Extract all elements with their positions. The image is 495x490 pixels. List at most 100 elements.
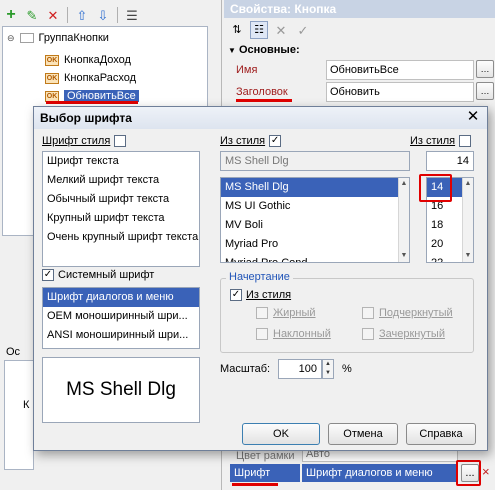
delete-icon[interactable]: ✕	[44, 6, 62, 24]
scroll-up-icon[interactable]: ▲	[399, 179, 409, 189]
size-from-style-checkbox[interactable]	[459, 135, 472, 147]
property-label-name: Имя	[236, 64, 258, 76]
property-value-font[interactable]: Шрифт диалогов и меню	[302, 464, 458, 482]
button-element-icon: OK	[45, 90, 59, 102]
categorized-icon[interactable]: ☷	[250, 21, 268, 39]
scale-unit: %	[342, 363, 352, 375]
properties-section: ▼ Основные:	[228, 44, 300, 56]
toolbar-divider	[117, 7, 118, 23]
size-list-scrollbar[interactable]: ▲ ▼	[462, 178, 473, 262]
list-item-selected[interactable]: Шрифт диалогов и меню	[43, 288, 199, 307]
tree-item-label: КнопкаРасход	[64, 72, 136, 84]
help-button[interactable]: Справка	[406, 423, 476, 445]
scroll-up-icon[interactable]: ▲	[463, 179, 473, 189]
spin-down-icon[interactable]: ▼	[323, 369, 333, 378]
left-bottom-column: К	[23, 399, 30, 411]
scroll-down-icon[interactable]: ▼	[399, 251, 409, 261]
folder-icon	[19, 33, 34, 43]
list-item[interactable]: 22	[427, 254, 463, 262]
underline-checkbox[interactable]	[362, 307, 374, 319]
ellipsis-icon[interactable]: …	[476, 60, 494, 78]
system-font-list: Шрифт диалогов и меню OEM моноширинный ш…	[42, 287, 200, 349]
highlight-box	[456, 460, 481, 486]
font-name-field[interactable]: MS Shell Dlg	[220, 151, 410, 171]
list-item[interactable]: Myriad Pro Cond	[221, 254, 399, 262]
move-up-icon[interactable]: ⇧	[73, 6, 91, 24]
scale-field[interactable]: 100	[278, 359, 322, 379]
properties-section-label: Основные:	[238, 44, 300, 56]
style-font-checkbox[interactable]	[114, 135, 127, 147]
sort-icon[interactable]: ⇅	[228, 21, 246, 39]
spin-up-icon[interactable]: ▲	[323, 360, 333, 369]
cancel-button[interactable]: Отмена	[328, 423, 398, 445]
size-from-style-label: Из стиля	[410, 135, 456, 147]
property-value-name[interactable]: ОбновитьВсе	[326, 60, 474, 80]
list-item[interactable]	[43, 345, 199, 348]
move-down-icon[interactable]: ⇩	[94, 6, 112, 24]
underline-label: Подчеркнутый	[379, 307, 453, 319]
italic-checkbox[interactable]	[256, 328, 268, 340]
from-style-label: Из стиля	[220, 135, 266, 147]
check-icon[interactable]: ✓	[294, 21, 312, 39]
list-item[interactable]: MS UI Gothic	[221, 197, 399, 216]
clear-icon[interactable]: ×	[482, 464, 490, 479]
size-from-style-header: Из стиля	[410, 135, 472, 147]
list-item[interactable]: Крупный шрифт текста	[43, 209, 199, 228]
font-size-field[interactable]: 14	[426, 151, 474, 171]
from-style-checkbox[interactable]: ✓	[269, 135, 282, 147]
italic-label: Наклонный	[273, 328, 331, 340]
list-item[interactable]: Шрифт текста	[43, 152, 199, 171]
tree-group-label: ГруппаКнопки	[38, 32, 109, 44]
scroll-down-icon[interactable]: ▼	[463, 251, 473, 261]
list-icon[interactable]: ☰	[123, 6, 141, 24]
list-item[interactable]: 20	[427, 235, 463, 254]
collapse-triangle-icon[interactable]: ▼	[228, 46, 236, 55]
tree-toolbar: + ✎ ✕ ⇧ ⇩ ☰	[2, 4, 218, 26]
list-item[interactable]: Обычный шрифт текста	[43, 190, 199, 209]
close-icon[interactable]: ✕	[272, 21, 290, 39]
style-font-header: Шрифт стиля	[42, 135, 127, 147]
style-font-label: Шрифт стиля	[42, 135, 111, 147]
bold-label: Жирный	[273, 307, 316, 319]
style-from-style-checkbox[interactable]: ✓	[230, 289, 242, 301]
list-item[interactable]: MV Boli	[221, 216, 399, 235]
ellipsis-icon[interactable]: …	[476, 82, 494, 100]
tree-item[interactable]: OK КнопкаДоход	[45, 51, 131, 69]
property-label-font: Шрифт	[230, 464, 300, 482]
strikethrough-option: Зачеркнутый	[362, 328, 445, 340]
list-item-selected[interactable]: MS Shell Dlg	[221, 178, 399, 197]
list-item[interactable]: ANSI моноширинный шри...	[43, 326, 199, 345]
system-font-label: Системный шрифт	[58, 269, 155, 281]
list-item[interactable]: 18	[427, 216, 463, 235]
edit-icon[interactable]: ✎	[23, 6, 41, 24]
property-value-title[interactable]: Обновить	[326, 82, 474, 102]
italic-option: Наклонный	[256, 328, 331, 340]
toolbar-divider	[67, 7, 68, 23]
tree-group-row[interactable]: ⊖ ГруппаКнопки	[7, 29, 109, 47]
strikethrough-checkbox[interactable]	[362, 328, 374, 340]
close-icon[interactable]: ✕	[465, 109, 481, 125]
font-from-style-header: Из стиля ✓	[220, 135, 282, 147]
system-font-checkbox[interactable]: ✓	[42, 269, 54, 281]
list-item[interactable]: Мелкий шрифт текста	[43, 171, 199, 190]
scale-label: Масштаб:	[220, 363, 271, 375]
font-list-scrollbar[interactable]: ▲ ▼	[398, 178, 409, 262]
dialog-title: Выбор шрифта	[34, 107, 487, 129]
collapse-icon[interactable]: ⊖	[7, 33, 15, 44]
highlight-underline	[46, 101, 138, 104]
underline-option: Подчеркнутый	[362, 307, 453, 319]
strikethrough-label: Зачеркнутый	[379, 328, 445, 340]
scale-spinner[interactable]: ▲ ▼	[322, 359, 334, 379]
list-item[interactable]: Myriad Pro	[221, 235, 399, 254]
style-from-style-row: ✓ Из стиля	[230, 289, 291, 301]
tree-item[interactable]: OK КнопкаРасход	[45, 69, 136, 87]
left-bottom-label: Ос	[6, 346, 21, 358]
ok-button[interactable]: OK	[242, 423, 320, 445]
add-icon[interactable]: +	[2, 6, 20, 24]
highlight-underline	[236, 99, 292, 102]
style-from-style-label: Из стиля	[246, 289, 292, 301]
bold-checkbox[interactable]	[256, 307, 268, 319]
highlight-underline	[232, 483, 278, 486]
list-item[interactable]: OEM моноширинный шри...	[43, 307, 199, 326]
list-item[interactable]: Очень крупный шрифт текста	[43, 228, 199, 247]
